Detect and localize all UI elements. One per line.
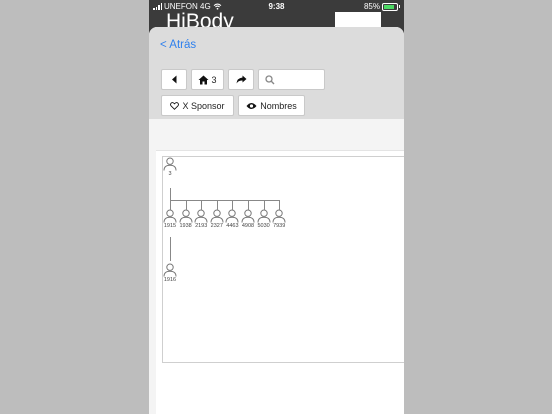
app-title: HiBody — [166, 10, 234, 28]
connector-child-stem — [216, 200, 218, 210]
modal-sheet: < Atrás 3 X Sponsor Nombres 3 1915 1938 … — [149, 27, 404, 414]
names-button[interactable]: Nombres — [238, 95, 305, 116]
search-field[interactable] — [258, 69, 325, 90]
tree-node-child[interactable]: 1915 — [162, 209, 178, 229]
connector-child-stem — [170, 200, 171, 210]
sheet-header: < Atrás 3 X Sponsor Nombres — [149, 27, 404, 119]
tree-node-child[interactable]: 2327 — [209, 209, 225, 229]
node-id-label: 4908 — [241, 223, 255, 229]
tree-node-child[interactable]: 4908 — [240, 209, 256, 229]
node-id-label: 7939 — [273, 223, 286, 229]
node-id-label: 1915 — [163, 223, 177, 229]
connector-child-stem — [248, 200, 249, 210]
tree-node-child[interactable]: 5030 — [256, 209, 272, 229]
person-icon — [210, 209, 224, 223]
genealogy-tree[interactable]: 3 1915 1938 2193 2327 4463 4908 5030 7939 1916 — [162, 156, 404, 363]
tree-node-root[interactable]: 3 — [162, 157, 178, 177]
person-icon — [163, 263, 177, 277]
person-icon — [225, 209, 239, 223]
connector-child-stem — [185, 200, 187, 210]
home-count: 3 — [211, 74, 217, 85]
back-button[interactable]: < Atrás — [160, 39, 196, 51]
tree-node-child[interactable]: 7939 — [271, 209, 287, 229]
person-icon — [179, 209, 193, 223]
tree-node-child[interactable]: 4463 — [224, 209, 240, 229]
person-icon — [163, 157, 177, 171]
forward-button[interactable] — [228, 69, 254, 90]
node-id-label: 3 — [168, 171, 172, 177]
node-id-label: 1938 — [179, 223, 192, 229]
tree-node-child[interactable]: 1938 — [178, 209, 194, 229]
sponsor-button[interactable]: X Sponsor — [161, 95, 234, 116]
node-id-label: 2193 — [195, 223, 208, 229]
home-button[interactable]: 3 — [191, 69, 224, 90]
battery-icon — [382, 2, 400, 11]
connector-child-stem — [201, 200, 203, 210]
tree-node-child[interactable]: 2193 — [193, 209, 209, 229]
node-id-label: 5030 — [257, 223, 270, 229]
phone-screen: UNEFON 4G 9:38 85% HiBody < Atrás 3 X Sp… — [149, 0, 404, 414]
caret-left-icon — [171, 75, 176, 84]
connector-root — [170, 188, 171, 200]
search-input[interactable] — [278, 74, 322, 85]
names-label: Nombres — [260, 100, 297, 111]
node-id-label: 2327 — [210, 223, 223, 229]
node-id-label: 4463 — [226, 223, 239, 229]
person-icon — [194, 209, 208, 223]
connector-child-stem — [232, 200, 234, 210]
heart-outline-icon — [170, 101, 180, 110]
sponsor-label: X Sponsor — [182, 100, 225, 111]
connector-grandchild — [170, 237, 171, 261]
tree-node-grandchild[interactable]: 1916 — [162, 263, 178, 283]
eye-icon — [246, 102, 257, 109]
previous-button[interactable] — [161, 69, 187, 90]
person-icon — [163, 209, 177, 223]
person-icon — [241, 209, 255, 223]
search-icon — [265, 74, 275, 84]
connector-child-stem — [263, 200, 265, 210]
share-forward-icon — [236, 75, 246, 84]
connector-child-stem — [279, 200, 281, 210]
person-icon — [257, 209, 271, 223]
person-icon — [272, 209, 286, 223]
home-icon — [198, 75, 209, 84]
tree-panel: 3 1915 1938 2193 2327 4463 4908 5030 7939 1916 — [156, 150, 404, 414]
node-id-label: 1916 — [163, 277, 177, 283]
